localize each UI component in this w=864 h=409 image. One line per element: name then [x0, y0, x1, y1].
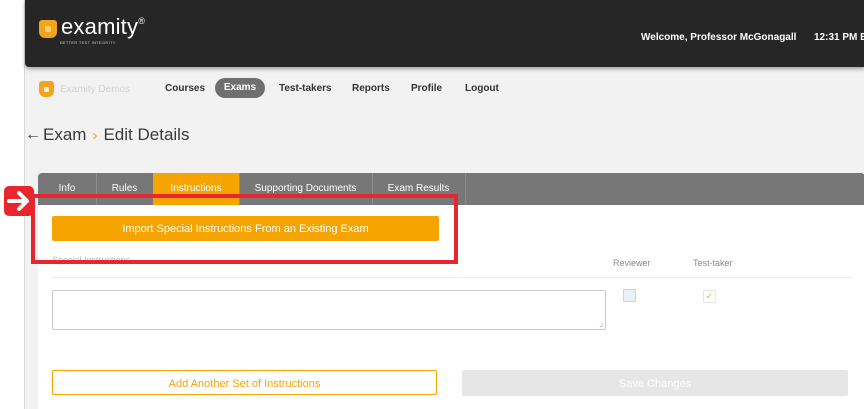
test-taker-column-header: Test-taker: [693, 258, 733, 268]
logo-tagline: BETTER TEST INTEGRITY: [60, 40, 116, 45]
breadcrumb-current: Edit Details: [103, 125, 190, 144]
breadcrumb-separator: ›: [92, 126, 98, 144]
breadcrumb: ← Exam › Edit Details: [25, 125, 189, 145]
reviewer-column-header: Reviewer: [613, 258, 651, 268]
top-header: examity ® BETTER TEST INTEGRITY Welcome,…: [25, 0, 864, 67]
nav-reports[interactable]: Reports: [352, 83, 390, 94]
left-arrow-icon[interactable]: ←: [25, 126, 41, 144]
annotation-highlight-box: [31, 194, 458, 264]
divider: [52, 277, 852, 278]
test-taker-checkbox[interactable]: ✓: [703, 290, 716, 303]
nav-logout[interactable]: Logout: [465, 83, 499, 94]
sub-brand-label: Examity Demos: [60, 83, 131, 95]
nav-courses[interactable]: Courses: [165, 83, 205, 94]
shield-lock-icon: [39, 20, 57, 38]
trademark-mark: ®: [138, 16, 146, 26]
nav-test-takers[interactable]: Test-takers: [279, 83, 332, 94]
nav-profile[interactable]: Profile: [411, 83, 442, 94]
resize-handle-icon[interactable]: ⌟: [599, 319, 603, 328]
reviewer-checkbox[interactable]: [623, 289, 636, 302]
logo-text: examity: [61, 14, 139, 39]
save-changes-button[interactable]: Save Changes: [462, 370, 848, 396]
welcome-message: Welcome, Professor McGonagall: [641, 32, 797, 43]
sub-brand: Examity Demos: [39, 81, 130, 97]
add-instructions-button[interactable]: Add Another Set of Instructions: [52, 370, 437, 395]
special-instructions-textarea[interactable]: ⌟: [52, 290, 606, 330]
breadcrumb-parent[interactable]: Exam: [43, 125, 86, 145]
examity-logo[interactable]: examity ® BETTER TEST INTEGRITY: [39, 14, 146, 45]
current-time: 12:31 PM EST: [814, 32, 864, 43]
checkmark-icon: ✓: [705, 291, 714, 301]
nav-exams[interactable]: Exams: [215, 78, 265, 98]
annotation-arrow-icon: [4, 186, 34, 216]
shield-lock-icon: [39, 81, 54, 97]
